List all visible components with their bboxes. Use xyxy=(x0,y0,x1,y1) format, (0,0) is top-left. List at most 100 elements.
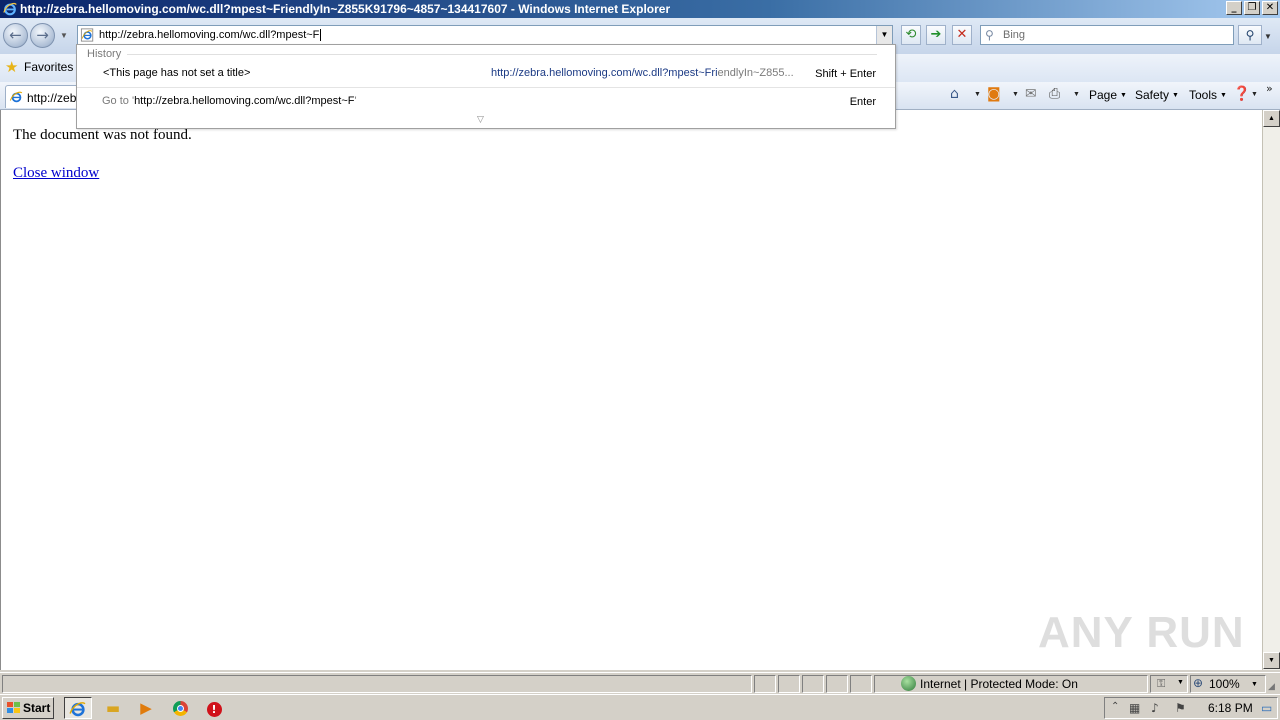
taskbar-media-button[interactable]: ▶ xyxy=(132,697,160,719)
go-to-shortcut: Enter xyxy=(849,96,876,108)
close-window-button[interactable]: ✕ xyxy=(1262,1,1278,15)
address-bar[interactable]: http://zebra.hellomoving.com/wc.dll?mpes… xyxy=(77,25,893,45)
zoom-dropdown-icon[interactable]: ▼ xyxy=(1251,681,1258,688)
show-hidden-icons-icon[interactable]: ⌃ xyxy=(1111,701,1119,712)
folder-icon: ▬ xyxy=(105,699,121,717)
minimize-button[interactable]: _ xyxy=(1226,1,1242,15)
address-input[interactable]: http://zebra.hellomoving.com/wc.dll?mpes… xyxy=(99,29,319,41)
taskbar: Start ▬ ▶ ! ⌃ ▦ ♪ ⚑ ▭ 6:18 PM xyxy=(0,694,1280,720)
back-arrow-icon: ← xyxy=(9,26,22,44)
tab-ie-icon xyxy=(9,91,23,103)
status-panel xyxy=(802,675,824,693)
favorites-button[interactable]: Favorites xyxy=(24,60,73,74)
go-arrow-icon: ➔ xyxy=(930,27,942,42)
vertical-scrollbar[interactable]: ▲ ▼ xyxy=(1262,110,1280,670)
print-dropdown-icon[interactable]: ▼ xyxy=(1073,91,1080,98)
status-panel-main xyxy=(2,675,752,693)
search-placeholder: Bing xyxy=(1003,29,1026,41)
security-dropdown-icon[interactable]: ▼ xyxy=(1177,679,1184,686)
suggestion-url: http://zebra.hellomoving.com/wc.dll?mpes… xyxy=(491,67,794,79)
address-autocomplete: History <This page has not set a title> … xyxy=(76,44,896,129)
start-button[interactable]: Start xyxy=(2,697,54,719)
search-magnifier-icon: ⚲ xyxy=(1245,28,1255,42)
feeds-dropdown-icon[interactable]: ▼ xyxy=(1012,91,1019,98)
status-panel xyxy=(754,675,776,693)
favorites-star-icon[interactable]: ★ xyxy=(5,58,18,76)
search-icon: ⚲ xyxy=(985,28,994,42)
go-button[interactable]: ➔ xyxy=(926,25,946,45)
windows-flag-icon xyxy=(7,702,20,714)
stop-button[interactable]: ✕ xyxy=(952,25,972,45)
history-header: History xyxy=(87,48,122,60)
page-menu[interactable]: Page ▼ xyxy=(1089,88,1127,102)
clock[interactable]: 6:18 PM xyxy=(1208,701,1253,715)
not-found-message: The document was not found. xyxy=(13,127,192,143)
media-player-icon: ▶ xyxy=(140,699,152,717)
compatibility-view-button[interactable]: ⟲ xyxy=(901,25,921,45)
read-mail-icon[interactable]: ✉ xyxy=(1025,86,1037,102)
taskbar-security-app-button[interactable]: ! xyxy=(200,697,228,719)
recent-pages-dropdown-icon[interactable]: ▼ xyxy=(60,31,68,40)
zone-status: Internet | Protected Mode: On xyxy=(920,677,1078,691)
status-panel xyxy=(826,675,848,693)
security-panel[interactable]: ⚿ ▼ xyxy=(1150,675,1188,693)
zoom-level[interactable]: 100% xyxy=(1209,677,1240,691)
taskbar-ie-button[interactable] xyxy=(64,697,92,719)
autocomplete-divider xyxy=(77,87,895,88)
search-button[interactable]: ⚲ xyxy=(1238,25,1262,45)
forward-button[interactable]: → xyxy=(30,23,55,48)
internet-zone-icon xyxy=(901,676,916,691)
anyrun-watermark: ANY RUN xyxy=(1038,608,1245,657)
status-bar: Internet | Protected Mode: On ⚿ ▼ ⊕ 100%… xyxy=(0,672,1280,694)
ie-logo-icon xyxy=(3,2,17,16)
forward-arrow-icon: → xyxy=(36,26,49,44)
back-button[interactable]: ← xyxy=(3,23,28,48)
chevron-more-icon[interactable]: » xyxy=(1266,82,1273,95)
zoom-icon: ⊕ xyxy=(1193,676,1204,690)
ie-taskbar-icon xyxy=(69,702,86,717)
home-icon[interactable]: ⌂ xyxy=(950,86,959,102)
search-box[interactable]: ⚲ Bing xyxy=(980,25,1234,45)
action-center-flag-icon[interactable]: ⚑ xyxy=(1175,701,1186,715)
maximize-button[interactable]: ❐ xyxy=(1244,1,1260,15)
tab-label: http://zeb xyxy=(27,91,77,105)
search-options-dropdown-icon[interactable]: ▼ xyxy=(1264,32,1272,41)
scroll-down-button[interactable]: ▼ xyxy=(1263,652,1280,669)
go-to-suggestion[interactable]: Go to 'http://zebra.hellomoving.com/wc.d… xyxy=(77,91,895,113)
scroll-up-button[interactable]: ▲ xyxy=(1263,110,1280,127)
feeds-icon[interactable]: ◙ xyxy=(987,86,1001,102)
start-label: Start xyxy=(23,701,51,715)
page-content: The document was not found. Close window xyxy=(0,110,1262,670)
show-desktop-icon[interactable]: ▭ xyxy=(1261,701,1272,715)
go-to-text: Go to 'http://zebra.hellomoving.com/wc.d… xyxy=(102,95,357,107)
text-caret xyxy=(320,29,322,42)
suggestion-title: <This page has not set a title> xyxy=(103,67,251,79)
help-dropdown-icon[interactable]: ▼ xyxy=(1251,91,1258,98)
home-dropdown-icon[interactable]: ▼ xyxy=(974,91,981,98)
status-panel xyxy=(850,675,872,693)
help-icon[interactable]: ❓ xyxy=(1233,86,1250,102)
history-suggestion[interactable]: <This page has not set a title> http://z… xyxy=(77,63,895,85)
print-icon[interactable]: ⎙ xyxy=(1049,86,1060,102)
window-title: http://zebra.hellomoving.com/wc.dll?mpes… xyxy=(20,2,671,16)
volume-icon[interactable]: ♪ xyxy=(1151,701,1159,715)
status-panel xyxy=(778,675,800,693)
network-icon[interactable]: ▦ xyxy=(1129,701,1140,715)
title-bar: http://zebra.hellomoving.com/wc.dll?mpes… xyxy=(0,0,1280,18)
expand-arrow-icon[interactable]: ▽ xyxy=(477,114,484,125)
stop-icon: ✕ xyxy=(956,27,968,42)
history-separator xyxy=(127,54,877,55)
lock-icon: ⚿ xyxy=(1157,677,1166,690)
safety-menu[interactable]: Safety ▼ xyxy=(1135,88,1179,102)
chrome-icon xyxy=(172,701,188,716)
taskbar-explorer-button[interactable]: ▬ xyxy=(99,697,127,719)
suggestion-shortcut: Shift + Enter xyxy=(815,68,876,80)
compatibility-view-icon: ⟲ xyxy=(905,27,917,42)
alert-icon: ! xyxy=(206,702,222,717)
resize-grip-icon[interactable]: ◢ xyxy=(1268,681,1275,692)
address-dropdown-button[interactable]: ▼ xyxy=(876,26,892,44)
taskbar-chrome-button[interactable] xyxy=(166,697,194,719)
tools-menu[interactable]: Tools ▼ xyxy=(1189,88,1227,102)
page-ie-icon xyxy=(80,28,94,42)
close-window-link[interactable]: Close window xyxy=(13,165,99,182)
